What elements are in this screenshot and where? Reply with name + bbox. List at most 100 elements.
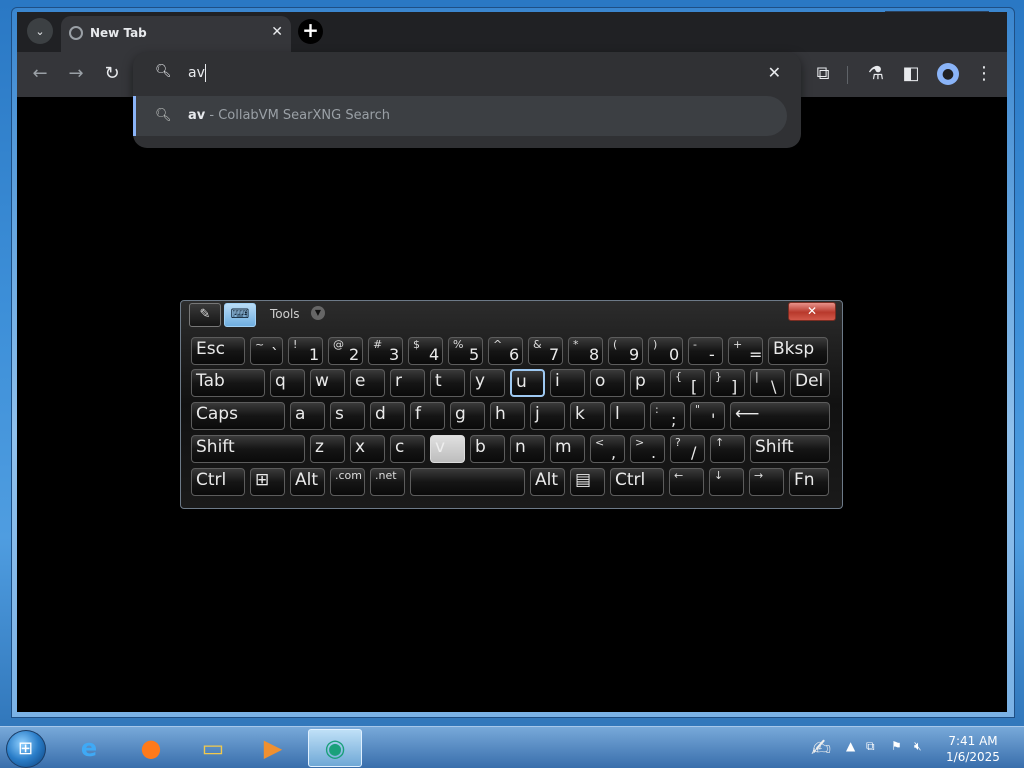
osk-key-0-14[interactable]: Bksp bbox=[768, 337, 828, 365]
osk-key-2-1[interactable]: a bbox=[290, 402, 325, 430]
osk-key-1-0[interactable]: Tab bbox=[191, 369, 265, 397]
osk-key-2-6[interactable]: h bbox=[490, 402, 525, 430]
osk-key-1-1[interactable]: q bbox=[270, 369, 305, 397]
reload-icon[interactable]: ↻ bbox=[101, 63, 123, 85]
osk-key-shift-label: + bbox=[733, 338, 743, 351]
osk-key-3-11[interactable]: ↑ bbox=[710, 435, 745, 463]
osk-key-3-6[interactable]: n bbox=[510, 435, 545, 463]
new-tab-button[interactable]: + bbox=[298, 19, 323, 44]
osk-key-0-13[interactable]: + = bbox=[728, 337, 763, 365]
omnibox-input[interactable]: av bbox=[188, 65, 205, 81]
osk-key-1-8[interactable]: i bbox=[550, 369, 585, 397]
osk-key-0-7[interactable]: ^ 6 bbox=[488, 337, 523, 365]
suggestion-item[interactable]: 🔍︎ av - CollabVM SearXNG Search bbox=[133, 96, 787, 136]
osk-key-0-2[interactable]: ! 1 bbox=[288, 337, 323, 365]
osk-key-3-3[interactable]: c bbox=[390, 435, 425, 463]
back-arrow-icon[interactable]: ← bbox=[29, 63, 51, 85]
osk-key-4-3[interactable]: .com bbox=[330, 468, 365, 496]
osk-key-1-11[interactable]: {[ bbox=[670, 369, 705, 397]
osk-key-1-3[interactable]: e bbox=[350, 369, 385, 397]
osk-key-4-0[interactable]: Ctrl bbox=[191, 468, 245, 496]
osk-key-3-4[interactable]: v bbox=[430, 435, 465, 463]
osk-key-1-7[interactable]: u bbox=[510, 369, 545, 397]
osk-key-1-10[interactable]: p bbox=[630, 369, 665, 397]
osk-key-3-0[interactable]: Shift bbox=[191, 435, 305, 463]
osk-key-1-9[interactable]: o bbox=[590, 369, 625, 397]
osk-key-2-11[interactable]: " ' bbox=[690, 402, 725, 430]
osk-key-3-7[interactable]: m bbox=[550, 435, 585, 463]
osk-key-shift-label: " bbox=[695, 403, 701, 416]
osk-key-4-12[interactable]: Fn bbox=[789, 468, 829, 496]
osk-key-3-1[interactable]: z bbox=[310, 435, 345, 463]
osk-key-2-0[interactable]: Caps bbox=[191, 402, 285, 430]
osk-key-2-10[interactable]: :; bbox=[650, 402, 685, 430]
extensions-icon[interactable]: ⧉ bbox=[812, 63, 834, 85]
osk-key-2-12[interactable]: ⟵ bbox=[730, 402, 830, 430]
media-player-icon[interactable]: ▶ bbox=[246, 729, 300, 767]
osk-tray-icon[interactable]: ✍ bbox=[794, 729, 848, 767]
network-icon[interactable]: ⧉ bbox=[866, 739, 875, 754]
show-hidden-icons-icon[interactable]: ▲ bbox=[846, 739, 855, 753]
osk-key-1-4[interactable]: r bbox=[390, 369, 425, 397]
tab-new-tab[interactable]: New Tab ✕ bbox=[61, 16, 291, 52]
close-tab-icon[interactable]: ✕ bbox=[271, 24, 283, 40]
osk-key-1-12[interactable]: }] bbox=[710, 369, 745, 397]
side-panel-icon[interactable]: ◧ bbox=[900, 63, 922, 85]
osk-key-0-1[interactable]: ~ ` bbox=[250, 337, 283, 365]
osk-key-4-7[interactable]: ▤ bbox=[570, 468, 605, 496]
osk-key-2-5[interactable]: g bbox=[450, 402, 485, 430]
osk-key-3-9[interactable]: >. bbox=[630, 435, 665, 463]
osk-key-4-6[interactable]: Alt bbox=[530, 468, 565, 496]
kebab-menu-icon[interactable]: ⋮ bbox=[973, 63, 995, 85]
osk-key-0-10[interactable]: (9 bbox=[608, 337, 643, 365]
osk-key-1-14[interactable]: Del bbox=[790, 369, 830, 397]
file-explorer-icon[interactable]: ▭ bbox=[186, 729, 240, 767]
osk-key-0-11[interactable]: ) 0 bbox=[648, 337, 683, 365]
osk-key-2-2[interactable]: s bbox=[330, 402, 365, 430]
start-button[interactable]: ⊞ bbox=[6, 730, 46, 768]
osk-key-4-2[interactable]: Alt bbox=[290, 468, 325, 496]
osk-key-0-6[interactable]: % 5 bbox=[448, 337, 483, 365]
osk-key-4-11[interactable]: → bbox=[749, 468, 784, 496]
clear-input-icon[interactable]: ✕ bbox=[768, 63, 781, 82]
osk-key-0-9[interactable]: * 8 bbox=[568, 337, 603, 365]
osk-key-1-13[interactable]: | \ bbox=[750, 369, 785, 397]
osk-key-4-4[interactable]: .net bbox=[370, 468, 405, 496]
osk-key-2-3[interactable]: d bbox=[370, 402, 405, 430]
osk-key-3-10[interactable]: ? / bbox=[670, 435, 705, 463]
volume-muted-icon[interactable]: 🔇︎ bbox=[914, 739, 922, 754]
osk-key-3-5[interactable]: b bbox=[470, 435, 505, 463]
browser-taskbar-button[interactable]: ◉ bbox=[308, 729, 362, 767]
osk-key-1-5[interactable]: t bbox=[430, 369, 465, 397]
osk-key-4-9[interactable]: ← bbox=[669, 468, 704, 496]
flag-icon[interactable]: ⚑ bbox=[891, 739, 902, 753]
osk-key-0-3[interactable]: @2 bbox=[328, 337, 363, 365]
osk-key-0-12[interactable]: -- bbox=[688, 337, 723, 365]
osk-key-4-8[interactable]: Ctrl bbox=[610, 468, 664, 496]
osk-key-3-12[interactable]: Shift bbox=[750, 435, 830, 463]
tab-search-button[interactable]: ⌄ bbox=[27, 18, 53, 44]
osk-key-2-4[interactable]: f bbox=[410, 402, 445, 430]
firefox-icon[interactable]: ● bbox=[124, 729, 178, 767]
forward-arrow-icon[interactable]: → bbox=[65, 63, 87, 85]
osk-key-1-6[interactable]: y bbox=[470, 369, 505, 397]
osk-key-2-8[interactable]: k bbox=[570, 402, 605, 430]
osk-key-4-10[interactable]: ↓ bbox=[709, 468, 744, 496]
clock[interactable]: 7:41 AM 1/6/2025 bbox=[938, 733, 1008, 765]
osk-key-4-1[interactable]: ⊞ bbox=[250, 468, 285, 496]
osk-key-3-8[interactable]: <, bbox=[590, 435, 625, 463]
osk-key-0-4[interactable]: #3 bbox=[368, 337, 403, 365]
osk-key-2-7[interactable]: j bbox=[530, 402, 565, 430]
profile-icon[interactable]: ● bbox=[937, 63, 959, 85]
osk-key-0-5[interactable]: $4 bbox=[408, 337, 443, 365]
osk-key-label: Tab bbox=[196, 371, 225, 391]
osk-key-2-9[interactable]: l bbox=[610, 402, 645, 430]
osk-key-label: i bbox=[555, 371, 560, 391]
osk-key-4-5[interactable] bbox=[410, 468, 525, 496]
osk-key-3-2[interactable]: x bbox=[350, 435, 385, 463]
osk-key-1-2[interactable]: w bbox=[310, 369, 345, 397]
labs-flask-icon[interactable]: ⚗ bbox=[865, 63, 887, 85]
osk-key-0-8[interactable]: & 7 bbox=[528, 337, 563, 365]
osk-key-0-0[interactable]: Esc bbox=[191, 337, 245, 365]
internet-explorer-icon[interactable]: e bbox=[62, 729, 116, 767]
